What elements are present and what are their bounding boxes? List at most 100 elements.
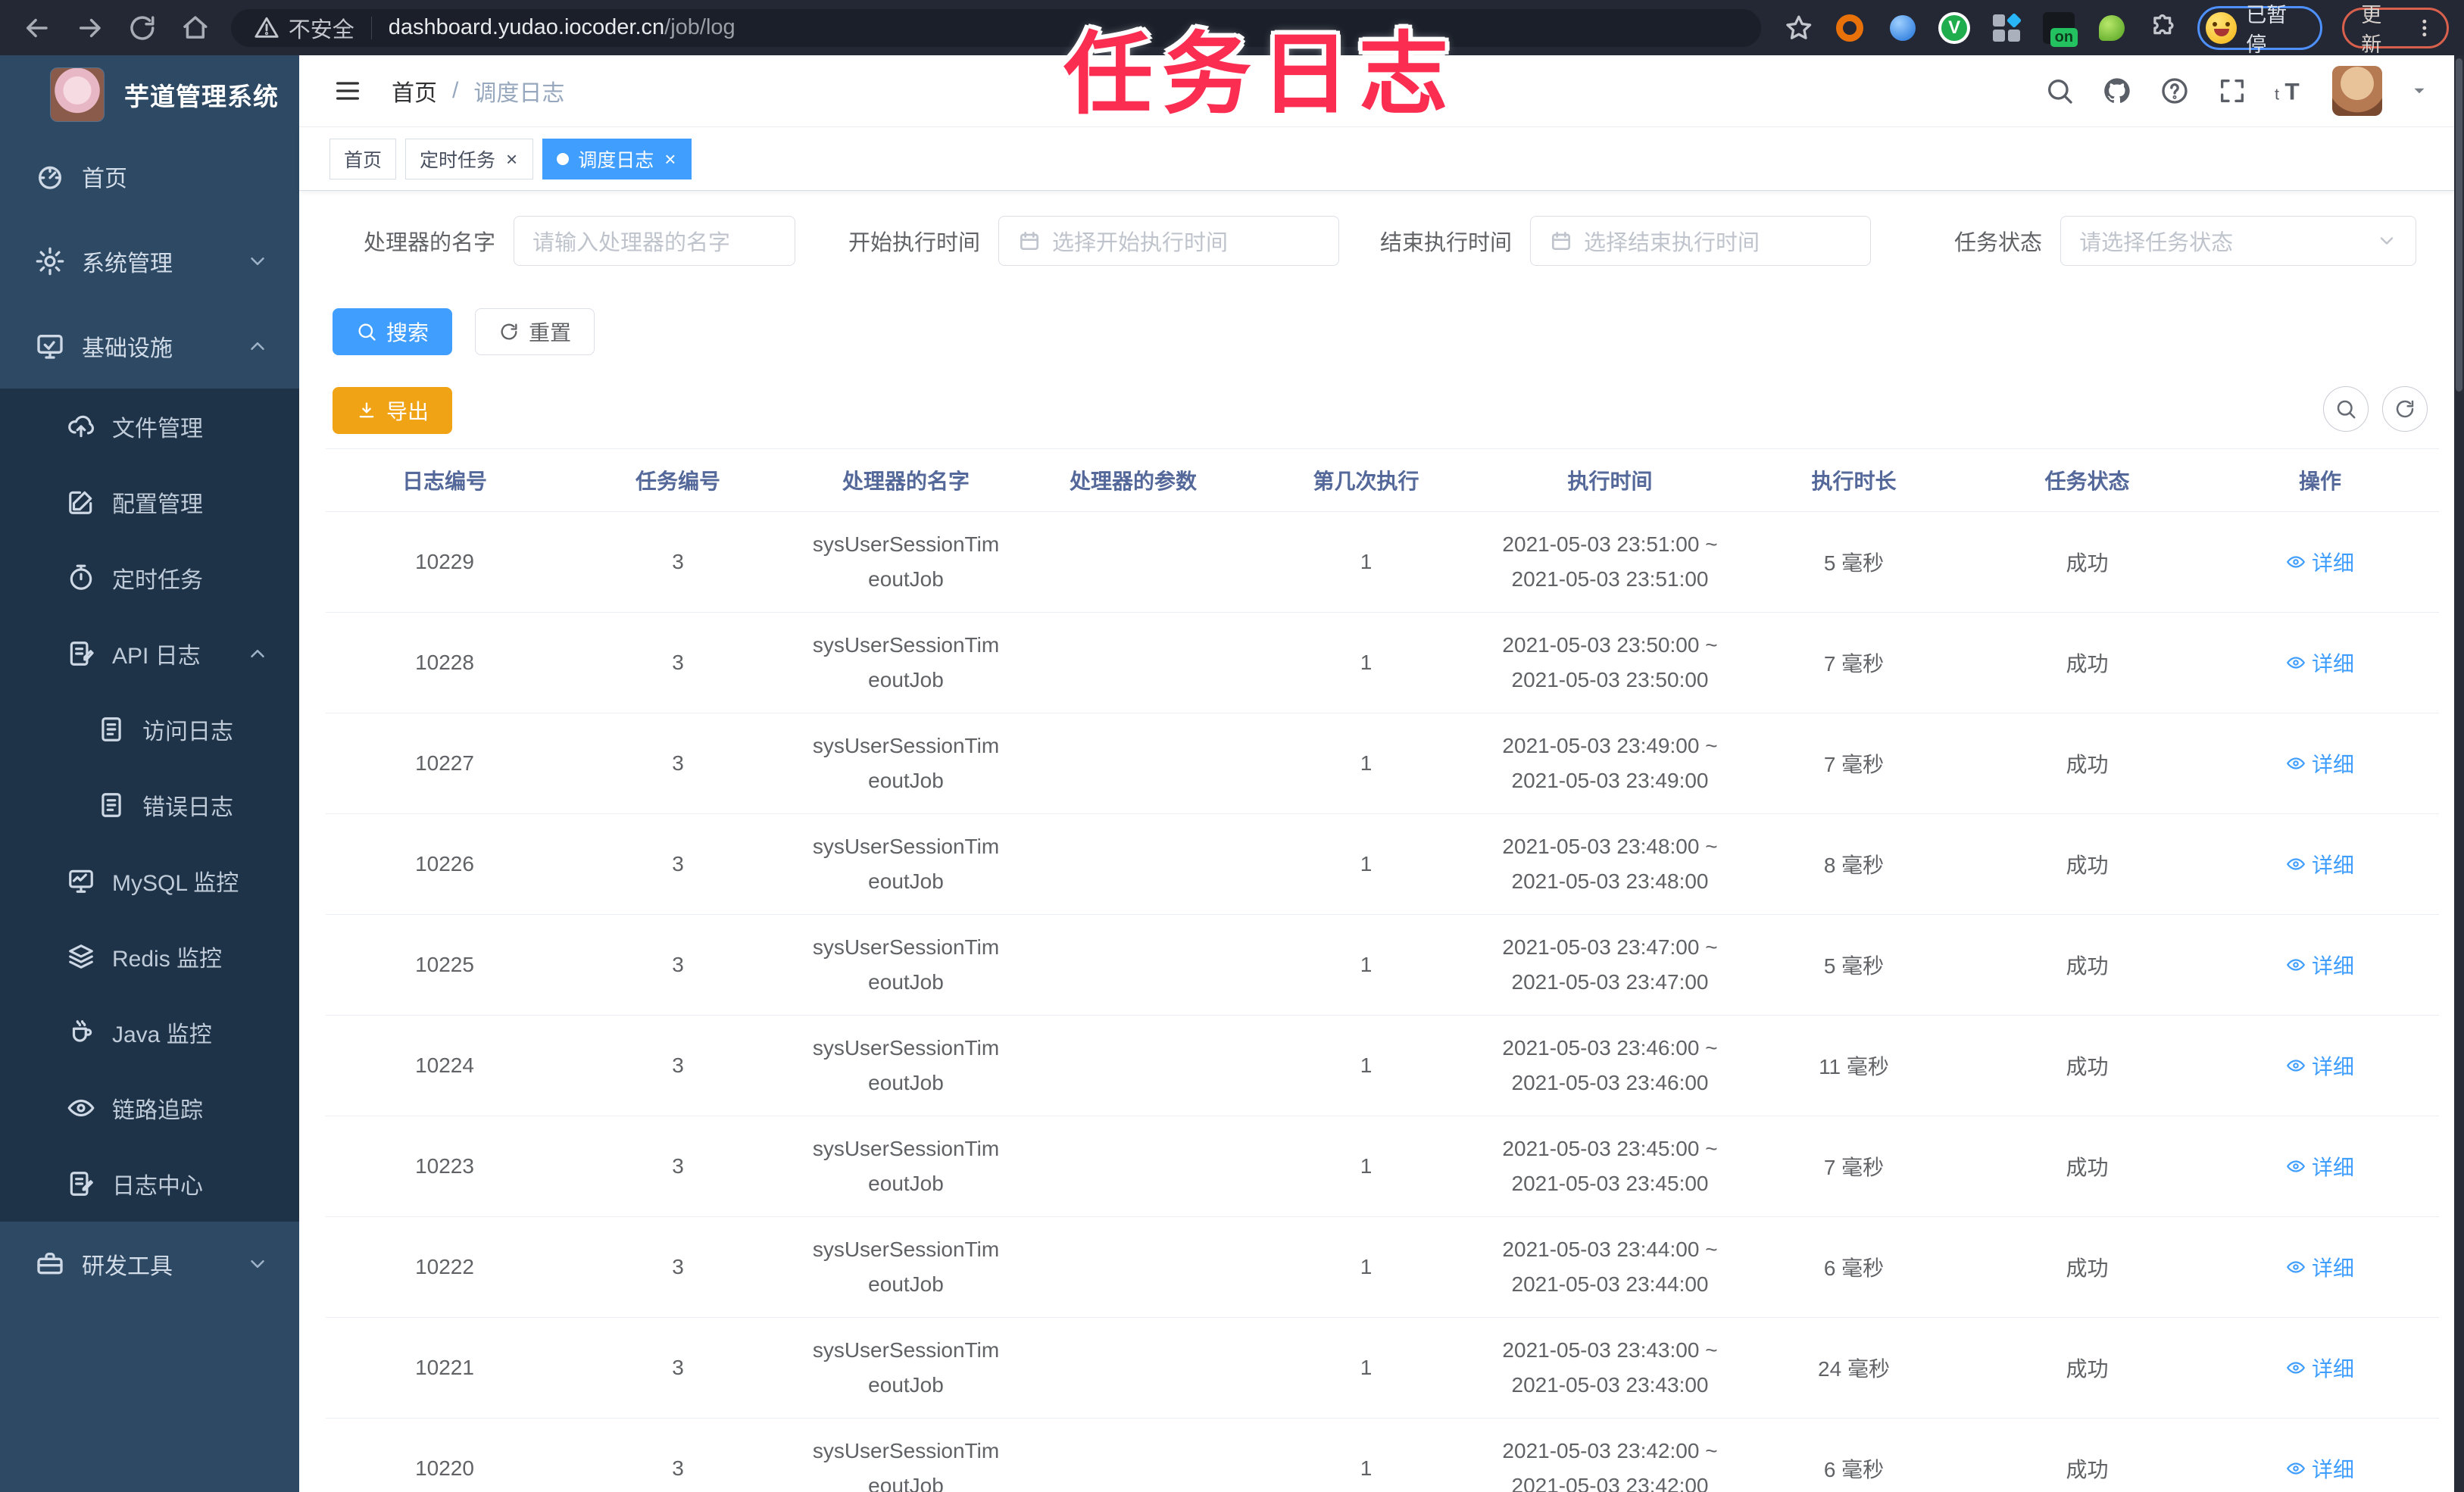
date-picker-input[interactable]: 选择结束执行时间 (1530, 216, 1872, 266)
sidebar-item-label: 定时任务 (112, 568, 203, 593)
sidebar-item-label: Java 监控 (112, 1022, 212, 1047)
cell-exec-time: 2021-05-03 23:47:00 ~2021-05-03 23:47:00 (1502, 935, 1718, 994)
detail-link[interactable]: 详细 (2286, 1151, 2354, 1181)
sidebar-item-log-center[interactable]: 日志中心 (0, 1146, 299, 1222)
sidebar-item-error-log[interactable]: 错误日志 (0, 767, 299, 843)
extensions-puzzle-icon[interactable] (2147, 13, 2178, 43)
browser-back-icon[interactable] (21, 12, 53, 44)
export-button[interactable]: 导出 (333, 387, 453, 434)
sidebar-item-api-log[interactable]: API 日志 (0, 616, 299, 691)
browser-home-icon[interactable] (180, 12, 211, 44)
chevron-up-icon (246, 642, 269, 665)
tab-调度日志[interactable]: 调度日志 × (542, 138, 692, 179)
breadcrumb-home[interactable]: 首页 (392, 74, 437, 108)
sidebar-item-trace[interactable]: 链路追踪 (0, 1070, 299, 1146)
search-button[interactable]: 搜索 (333, 308, 453, 355)
address-bar[interactable]: 不安全 dashboard.yudao.iocoder.cn /job/log (230, 8, 1761, 47)
cell-handler-name: sysUserSessionTim eoutJob (812, 1036, 1000, 1094)
browser-forward-icon[interactable] (74, 12, 106, 44)
extension-drop-icon[interactable] (1886, 11, 1919, 45)
cell-log-id: 10220 (415, 1456, 474, 1480)
help-icon[interactable] (2160, 76, 2190, 106)
detail-link[interactable]: 详细 (2286, 748, 2354, 779)
cell-duration: 24 毫秒 (1818, 1357, 1890, 1381)
job-log-table: 日志编号 任务编号 处理器的名字 处理器的参数 第几次执行 执行时间 执行时长 任务状态 操作 … (326, 448, 2439, 1492)
cell-job-id: 3 (672, 1053, 684, 1077)
cell-handler-name: sysUserSessionTim eoutJob (812, 633, 1000, 691)
extension-leaf-icon[interactable] (2095, 11, 2128, 45)
browser-update-button[interactable]: 更新 (2342, 4, 2450, 56)
detail-link[interactable]: 详细 (2286, 950, 2354, 980)
sidebar-item-job[interactable]: 定时任务 (0, 540, 299, 616)
search-button-icon (356, 321, 377, 342)
sidebar-item-label: 链路追踪 (112, 1098, 203, 1123)
date-picker-input[interactable]: 选择开始执行时间 (998, 216, 1340, 266)
detail-link[interactable]: 详细 (2286, 1353, 2354, 1383)
fullscreen-icon[interactable] (2217, 76, 2247, 106)
sidebar-item-java[interactable]: Java 监控 (0, 994, 299, 1070)
sidebar-item-home[interactable]: 首页 (0, 134, 299, 219)
extension-ring-icon[interactable] (1833, 11, 1866, 45)
cell-duration: 5 毫秒 (1823, 954, 1885, 978)
cell-job-id: 3 (672, 1255, 684, 1278)
address-divider (370, 16, 372, 39)
detail-link[interactable]: 详细 (2286, 1453, 2354, 1484)
detail-link[interactable]: 详细 (2286, 1050, 2354, 1081)
cell-log-id: 10228 (415, 651, 474, 674)
avatar-caret-icon[interactable] (2409, 81, 2429, 101)
sidebar-item-redis[interactable]: Redis 监控 (0, 919, 299, 994)
font-size-icon[interactable]: tT (2275, 76, 2305, 106)
github-icon[interactable] (2102, 76, 2132, 106)
tab-首页[interactable]: 首页 (329, 138, 397, 179)
chevron-down-icon (246, 250, 269, 273)
cell-status: 成功 (2066, 753, 2109, 776)
search-icon[interactable] (2044, 76, 2075, 106)
handler-name-input[interactable]: 请输入处理器的名字 (514, 216, 796, 266)
cell-log-id: 10221 (415, 1356, 474, 1379)
detail-link[interactable]: 详细 (2286, 547, 2354, 577)
user-avatar[interactable] (2332, 66, 2382, 116)
cell-exec-index: 1 (1360, 1154, 1373, 1178)
detail-link[interactable]: 详细 (2286, 1252, 2354, 1282)
extension-v-icon[interactable]: V (1938, 11, 1970, 44)
hamburger-icon[interactable] (331, 76, 364, 106)
tags-view-bar: 首页 定时任务 × 调度日志 × (299, 127, 2464, 191)
extension-on-icon[interactable]: on (2042, 11, 2078, 47)
chevron-down-icon (2376, 230, 2397, 251)
sidebar-item-file[interactable]: 文件管理 (0, 389, 299, 464)
sidebar-item-dev-tool[interactable]: 研发工具 (0, 1222, 299, 1306)
svg-text:T: T (2284, 78, 2299, 105)
browser-menu-icon[interactable] (2413, 15, 2436, 41)
redis-icon (67, 942, 95, 971)
extension-grid-icon[interactable] (1990, 11, 2022, 45)
window-scrollbar-thumb[interactable] (2456, 58, 2462, 392)
sidebar-item-access-log[interactable]: 访问日志 (0, 691, 299, 767)
not-secure-icon (254, 15, 280, 41)
detail-link-label: 详细 (2311, 652, 2354, 676)
refresh-table-button[interactable] (2382, 386, 2428, 432)
reset-button[interactable]: 重置 (475, 308, 595, 355)
window-scrollbar[interactable] (2454, 55, 2464, 1492)
sidebar-item-config[interactable]: 配置管理 (0, 464, 299, 540)
detail-link[interactable]: 详细 (2286, 648, 2354, 678)
detail-link[interactable]: 详细 (2286, 849, 2354, 879)
toggle-search-button[interactable] (2323, 386, 2369, 432)
tab-close-icon[interactable]: × (504, 149, 519, 169)
eye-icon (2286, 955, 2306, 975)
bookmark-star-icon[interactable] (1784, 13, 1814, 43)
column-header: 第几次执行 (1313, 470, 1419, 493)
cell-job-id: 3 (672, 953, 684, 976)
sidebar-item-mysql[interactable]: MySQL 监控 (0, 843, 299, 919)
sidebar-item-label: 文件管理 (112, 417, 203, 442)
tab-close-icon[interactable]: × (663, 149, 677, 169)
cell-job-id: 3 (672, 1456, 684, 1480)
sidebar-item-infra[interactable]: 基础设施 (0, 304, 299, 389)
app-logo-row[interactable]: 芋道管理系统 (0, 55, 299, 134)
task-status-select[interactable]: 请选择任务状态 (2060, 216, 2417, 266)
cell-actions: 详细 (2201, 1353, 2439, 1383)
browser-reload-icon[interactable] (126, 12, 158, 44)
cell-log-id: 10223 (415, 1154, 474, 1178)
sidebar-item-system[interactable]: 系统管理 (0, 219, 299, 304)
tab-定时任务[interactable]: 定时任务 × (405, 138, 534, 179)
browser-profile-chip[interactable]: 已暂停 (2197, 4, 2323, 56)
